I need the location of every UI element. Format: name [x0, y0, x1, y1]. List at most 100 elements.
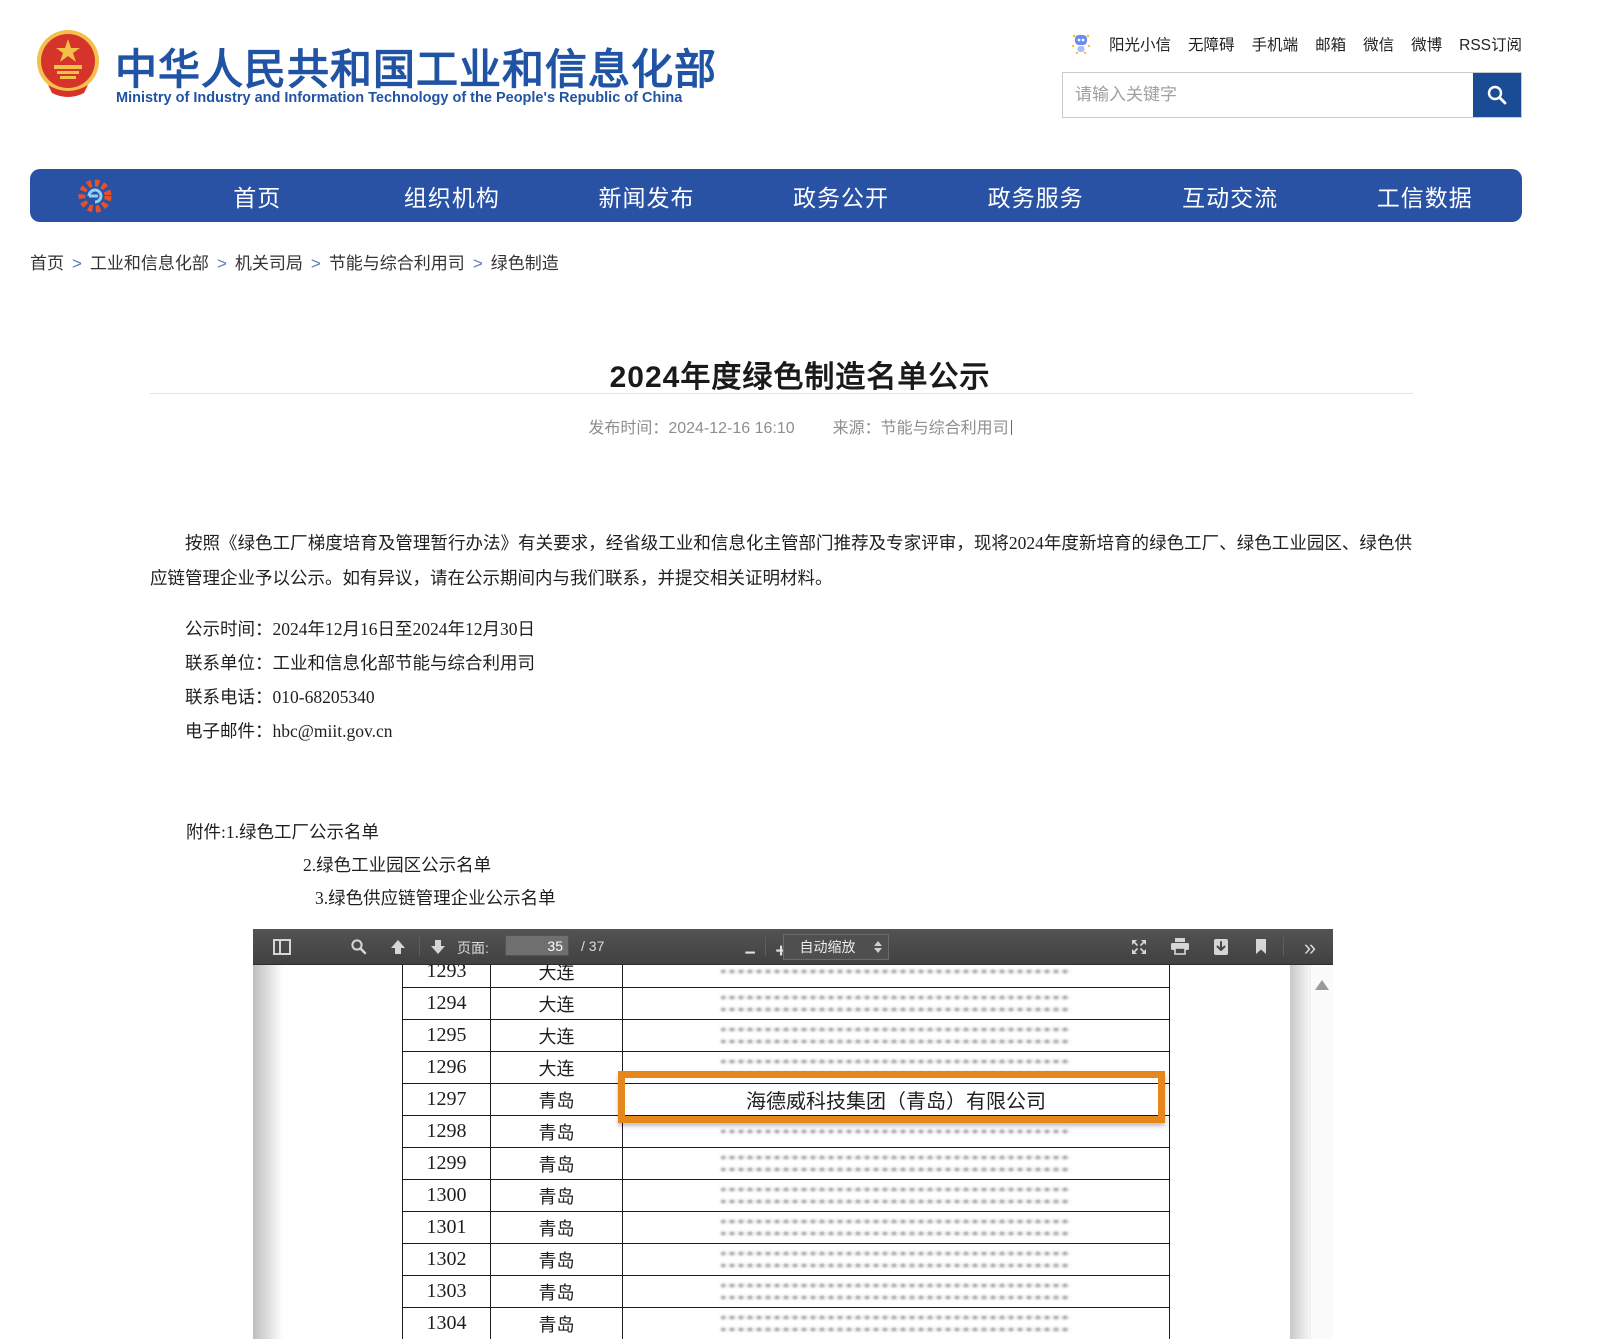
pdf-toolbar: 页面: / 37 − + 自动缩放 [253, 929, 1333, 965]
row-number-cell: 1304 [403, 1308, 491, 1339]
source-label: 来源： [833, 420, 881, 437]
table-row: 1294大连 [403, 988, 1170, 1020]
quick-link-5[interactable]: 微博 [1411, 33, 1442, 55]
search-button[interactable] [1473, 73, 1521, 117]
site-title-cn: 中华人民共和国工业和信息化部 [115, 36, 717, 97]
quick-link-2[interactable]: 手机端 [1252, 33, 1299, 55]
pdf-viewer: 1293大连1294大连1295大连1296大连1297青岛海德威科技集团（青岛… [253, 929, 1333, 1339]
nav-item-2[interactable]: 新闻发布 [549, 179, 744, 213]
attachment-link-2[interactable]: 3.绿色供应链管理企业公示名单 [315, 888, 556, 908]
row-city-cell: 青岛 [491, 1180, 623, 1211]
contact-info-line-3: 电子邮件：hbc@miit.gov.cn [185, 714, 535, 748]
page-up-button[interactable] [385, 929, 411, 964]
table-row: 1302青岛 [403, 1244, 1170, 1276]
breadcrumb-item-3[interactable]: 节能与综合利用司 [329, 254, 465, 273]
toolbar-separator [1283, 937, 1284, 956]
page: 中华人民共和国工业和信息化部 Ministry of Industry and … [0, 0, 1600, 1339]
nav-item-3[interactable]: 政务公开 [744, 179, 939, 213]
row-city-cell: 大连 [491, 1020, 623, 1051]
zoom-select[interactable]: 自动缩放 [783, 934, 889, 960]
attachment-link-0[interactable]: 1.绿色工厂公示名单 [226, 822, 379, 842]
table-row: 1296大连 [403, 1052, 1170, 1084]
row-number-cell: 1302 [403, 1244, 491, 1275]
search-icon [1485, 83, 1509, 107]
table-row: 1299青岛 [403, 1148, 1170, 1180]
quick-link-3[interactable]: 邮箱 [1315, 33, 1346, 55]
redacted-text [721, 1008, 1070, 1011]
row-company-cell [623, 1052, 1170, 1083]
nav-item-6[interactable]: 工信数据 [1327, 179, 1522, 213]
table-row: 1303青岛 [403, 1276, 1170, 1308]
zoom-out-button[interactable]: − [739, 936, 761, 971]
nav-item-1[interactable]: 组织机构 [355, 179, 550, 213]
publish-time-label: 发布时间： [588, 420, 668, 437]
page-left-shadow [253, 929, 283, 1339]
text-caret [1011, 420, 1012, 435]
pdf-table: 1293大连1294大连1295大连1296大连1297青岛海德威科技集团（青岛… [402, 956, 1170, 1339]
bookmark-icon [1254, 938, 1268, 955]
page-number-input[interactable] [505, 935, 569, 956]
contact-info: 公示时间：2024年12月16日至2024年12月30日联系单位：工业和信息化部… [185, 612, 535, 748]
row-company-cell [623, 1148, 1170, 1179]
redacted-text [721, 1028, 1070, 1031]
page-down-button[interactable] [425, 929, 451, 964]
redacted-text [721, 1316, 1070, 1319]
attachment-line-1: 2.绿色工业园区公示名单 [186, 849, 556, 882]
redacted-text [721, 970, 1070, 973]
table-row: 1300青岛 [403, 1180, 1170, 1212]
row-company-cell [623, 1020, 1170, 1051]
miit-gear-logo-icon [30, 178, 160, 214]
row-city-cell: 青岛 [491, 1212, 623, 1243]
scroll-up-arrow[interactable] [1315, 980, 1329, 990]
row-number-cell: 1298 [403, 1116, 491, 1147]
attachment-link-1[interactable]: 2.绿色工业园区公示名单 [303, 855, 491, 875]
row-company-cell [623, 1244, 1170, 1275]
download-button[interactable] [1206, 929, 1236, 964]
row-number-cell: 1295 [403, 1020, 491, 1051]
quick-link-4[interactable]: 微信 [1363, 33, 1394, 55]
breadcrumb-item-2[interactable]: 机关司局 [235, 254, 303, 273]
redacted-text [721, 1130, 1070, 1133]
breadcrumb-item-0[interactable]: 首页 [30, 254, 64, 273]
source-value: 节能与综合利用司 [881, 420, 1009, 437]
pdf-scrollbar[interactable] [1310, 964, 1333, 1339]
redacted-text [721, 1072, 1070, 1075]
row-city-cell: 青岛 [491, 1244, 623, 1275]
quick-link-1[interactable]: 无障碍 [1188, 33, 1235, 55]
table-row: 1295大连 [403, 1020, 1170, 1052]
nav-item-0[interactable]: 首页 [160, 179, 355, 213]
redacted-text [721, 1156, 1070, 1159]
download-icon [1213, 938, 1229, 956]
row-company-cell [623, 1308, 1170, 1339]
publish-time-value: 2024-12-16 16:10 [668, 420, 794, 437]
toolbar-separator [419, 937, 420, 956]
page-title: 2024年度绿色制造名单公示 [0, 352, 1600, 396]
sidebar-toggle-button[interactable] [269, 929, 295, 964]
zoom-spinner-icon [871, 941, 885, 953]
redacted-text [721, 1264, 1070, 1267]
presentation-mode-button[interactable] [1125, 929, 1153, 964]
bookmark-button[interactable] [1247, 929, 1275, 964]
article-meta: 发布时间：2024-12-16 16:10 来源：节能与综合利用司 [0, 414, 1600, 438]
row-number-cell: 1303 [403, 1276, 491, 1307]
table-row: 1304青岛 [403, 1308, 1170, 1339]
page-number-label: 页面: [457, 938, 489, 958]
row-company-cell [623, 1212, 1170, 1243]
redacted-text [721, 1232, 1070, 1235]
print-button[interactable] [1165, 929, 1195, 964]
page-down-icon [430, 939, 446, 955]
nav-item-5[interactable]: 互动交流 [1133, 179, 1328, 213]
search-input[interactable] [1063, 73, 1473, 117]
main-nav: 首页组织机构新闻发布政务公开政务服务互动交流工信数据 [30, 169, 1522, 222]
quick-link-0[interactable]: 阳光小信 [1109, 33, 1171, 55]
breadcrumb-item-1[interactable]: 工业和信息化部 [90, 254, 209, 273]
nav-item-4[interactable]: 政务服务 [938, 179, 1133, 213]
breadcrumb-item-4[interactable]: 绿色制造 [491, 254, 559, 273]
breadcrumb-separator: > [473, 254, 483, 273]
quick-link-6[interactable]: RSS订阅 [1459, 33, 1522, 55]
pdf-find-button[interactable] [345, 929, 371, 964]
more-tools-button[interactable]: » [1295, 930, 1325, 965]
row-city-cell: 青岛 [491, 1148, 623, 1179]
breadcrumb-separator: > [72, 254, 82, 273]
row-number-cell: 1297 [403, 1084, 491, 1115]
